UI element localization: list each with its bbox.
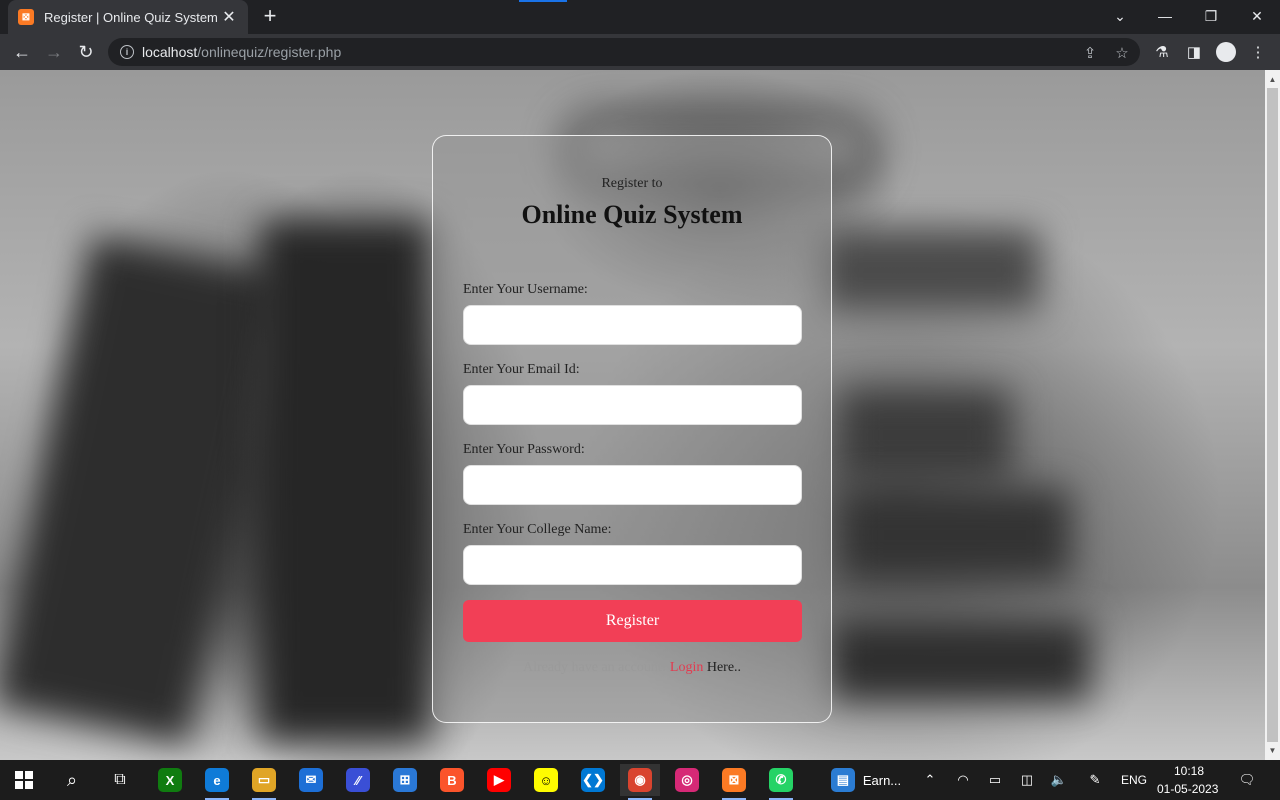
close-tab-icon[interactable]: ✕ xyxy=(220,7,238,27)
taskbar-doc-label: Earn... xyxy=(862,772,902,788)
share-icon[interactable]: ⇪ xyxy=(1079,42,1101,64)
restore-icon[interactable]: ❐ xyxy=(1188,0,1234,32)
reload-icon[interactable]: ↻ xyxy=(72,38,100,66)
bookmark-star-icon[interactable]: ☆ xyxy=(1111,42,1133,64)
windows-taskbar: ⌕ ⧉ Xe ▭ ✉ ⁄⁄ ⊞ B ▶ ☺ ❮❯ ◉ ◎ ⊠ ✆ ▤ Earn... ⌃ ◠ ▭ ◫ 🔈… xyxy=(0,760,1280,800)
extension-labs-icon[interactable]: ⚗ xyxy=(1148,38,1176,66)
wifi-icon[interactable]: ◠ xyxy=(953,770,973,790)
xampp-favicon-icon: ⊠ xyxy=(18,9,34,25)
background-book xyxy=(820,230,1040,310)
url-path: /onlinequiz/register.php xyxy=(197,44,342,60)
login-link[interactable]: Login xyxy=(670,660,703,675)
side-panel-icon[interactable]: ◨ xyxy=(1180,38,1208,66)
taskbar-app-brave[interactable]: B xyxy=(432,764,472,796)
back-icon[interactable]: ← xyxy=(8,38,36,66)
taskbar-app-chrome-dev[interactable]: ◉ xyxy=(620,764,660,800)
username-label: Enter Your Username: xyxy=(463,282,588,297)
chrome-dev-icon: ◉ xyxy=(628,768,652,792)
store-icon: ⊞ xyxy=(393,768,417,792)
taskbar-app-whatsapp[interactable]: ✆ xyxy=(761,764,801,800)
minimize-icon[interactable]: — xyxy=(1142,0,1188,32)
new-tab-icon[interactable]: + xyxy=(258,5,282,29)
background-book xyxy=(840,490,1070,580)
password-label: Enter Your Password: xyxy=(463,442,585,457)
volume-icon[interactable]: 🔈 xyxy=(1049,770,1069,790)
vscode-icon: ❮❯ xyxy=(581,768,605,792)
page-viewport: Register to Online Quiz System Enter You… xyxy=(0,70,1265,760)
card-title: Online Quiz System xyxy=(521,200,743,229)
browser-tabstrip: ⊠ Register | Online Quiz System ✕ + ⌄ — … xyxy=(0,0,1280,34)
background-book xyxy=(830,620,1090,700)
clock-time[interactable]: 10:18 xyxy=(1174,764,1204,778)
document-icon: ▤ xyxy=(830,768,855,792)
edge-icon: e xyxy=(205,768,229,792)
tab-search-icon[interactable]: ⌄ xyxy=(1097,0,1143,32)
clock-date[interactable]: 01-05-2023 xyxy=(1157,782,1218,796)
forward-icon[interactable]: → xyxy=(40,38,68,66)
site-info-icon[interactable]: i xyxy=(120,45,134,59)
xampp-icon: ⊠ xyxy=(722,768,746,792)
password-input[interactable] xyxy=(463,465,802,505)
login-prompt: Already have an account! Login Here.. xyxy=(433,660,831,676)
taskbar-app-instagram[interactable]: ◎ xyxy=(667,764,707,796)
taskbar-doc-item[interactable]: ▤ Earn... xyxy=(826,764,906,796)
taskbar-app-xbox[interactable]: X xyxy=(150,764,190,796)
card-subtitle: Register to xyxy=(601,176,663,191)
taskbar-app-file-explorer[interactable]: ▭ xyxy=(244,764,284,800)
search-icon[interactable]: ⌕ xyxy=(52,764,92,796)
browser-tab[interactable]: ⊠ Register | Online Quiz System ✕ xyxy=(8,0,248,34)
youtube-icon: ▶ xyxy=(487,768,511,792)
college-label: Enter Your College Name: xyxy=(463,522,612,537)
taskbar-app-powerautomate[interactable]: ⁄⁄ xyxy=(338,764,378,796)
tab-title: Register | Online Quiz System xyxy=(44,9,218,25)
address-bar[interactable]: i localhost /onlinequiz/register.php ⇪ ☆ xyxy=(108,38,1140,66)
tray-chevron-icon[interactable]: ⌃ xyxy=(920,770,940,790)
taskbar-app-store[interactable]: ⊞ xyxy=(385,764,425,796)
email-input[interactable] xyxy=(463,385,802,425)
powerautomate-icon: ⁄⁄ xyxy=(346,768,370,792)
camera-notification-icon[interactable]: ◫ xyxy=(1017,770,1037,790)
taskbar-app-xampp[interactable]: ⊠ xyxy=(714,764,754,800)
background-book xyxy=(260,220,430,740)
browser-toolbar: ← → ↻ i localhost /onlinequiz/register.p… xyxy=(0,34,1280,70)
background-book xyxy=(0,234,288,746)
xbox-icon: X xyxy=(158,768,182,792)
login-suffix: Here.. xyxy=(706,660,742,675)
taskbar-app-edge[interactable]: e xyxy=(197,764,237,800)
battery-icon[interactable]: ▭ xyxy=(985,770,1005,790)
windows-logo-icon xyxy=(15,771,33,789)
brave-icon: B xyxy=(440,768,464,792)
username-input[interactable] xyxy=(463,305,802,345)
menu-kebab-icon[interactable]: ⋮ xyxy=(1244,38,1272,66)
pen-icon[interactable]: ✎ xyxy=(1085,770,1105,790)
scroll-thumb[interactable] xyxy=(1267,88,1278,742)
register-button[interactable]: Register xyxy=(463,600,802,642)
notifications-icon[interactable]: 🗨 xyxy=(1237,770,1257,790)
page-scrollbar[interactable]: ▲ ▼ xyxy=(1265,70,1280,760)
tabstrip-accent xyxy=(519,0,567,2)
email-label: Enter Your Email Id: xyxy=(463,362,580,377)
login-prompt-text: Already have an account! xyxy=(522,660,667,675)
taskbar-app-vscode[interactable]: ❮❯ xyxy=(573,764,613,796)
background-book xyxy=(840,390,1010,480)
taskbar-app-youtube[interactable]: ▶ xyxy=(479,764,519,796)
college-input[interactable] xyxy=(463,545,802,585)
language-indicator[interactable]: ENG xyxy=(1121,773,1147,787)
file-explorer-icon: ▭ xyxy=(252,768,276,792)
instagram-icon: ◎ xyxy=(675,768,699,792)
scroll-up-icon[interactable]: ▲ xyxy=(1265,72,1280,87)
url-host: localhost xyxy=(142,44,198,60)
register-card: Register to Online Quiz System Enter You… xyxy=(432,135,832,723)
whatsapp-icon: ✆ xyxy=(769,768,793,792)
task-view-icon[interactable]: ⧉ xyxy=(100,764,140,796)
profile-avatar[interactable] xyxy=(1216,42,1236,62)
taskbar-app-snapchat[interactable]: ☺ xyxy=(526,764,566,796)
taskbar-app-mail[interactable]: ✉ xyxy=(291,764,331,796)
mail-icon: ✉ xyxy=(299,768,323,792)
start-button[interactable] xyxy=(4,764,44,796)
snapchat-icon: ☺ xyxy=(534,768,558,792)
close-window-icon[interactable]: ✕ xyxy=(1234,0,1280,32)
scroll-down-icon[interactable]: ▼ xyxy=(1265,743,1280,758)
